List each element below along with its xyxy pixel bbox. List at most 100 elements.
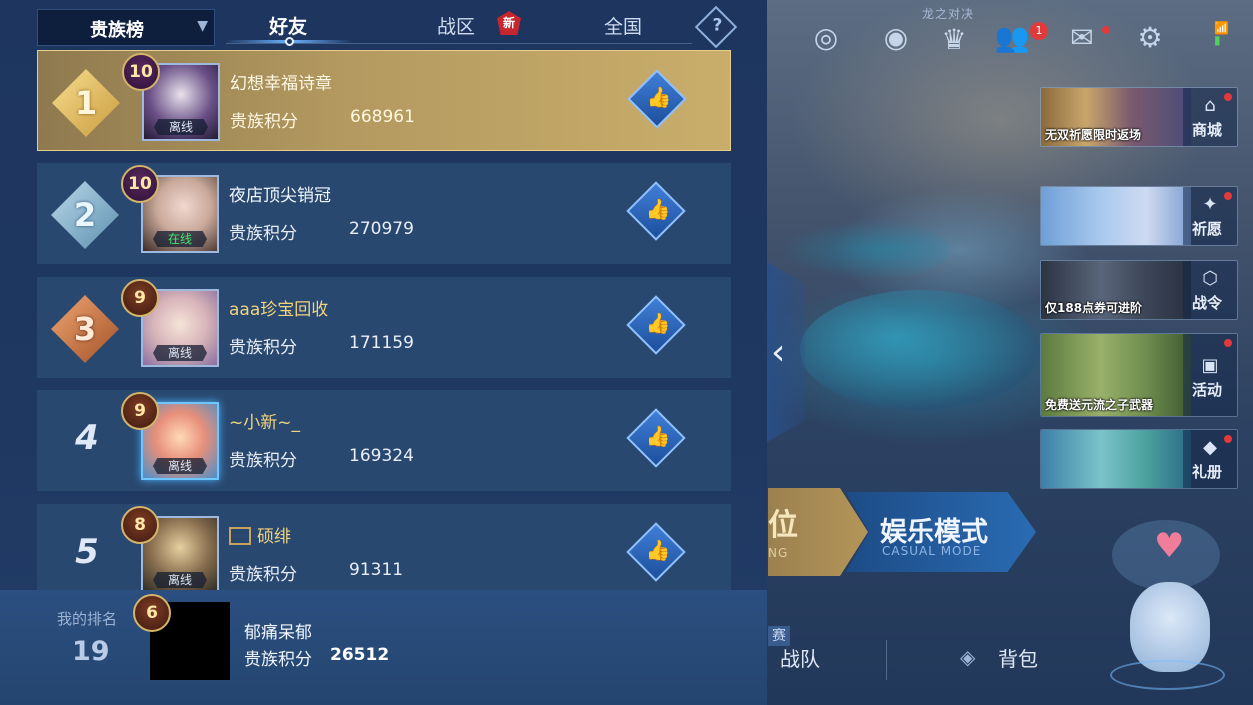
score-value: 169324 <box>349 446 414 466</box>
board-selector-label: 贵族榜 <box>90 20 144 41</box>
new-badge: 新 <box>497 11 521 35</box>
gift-icon: ◆ <box>1203 437 1217 458</box>
like-button[interactable]: 👍 <box>626 295 686 355</box>
promo-card-wish[interactable]: ✦ 祈愿 <box>1040 186 1238 246</box>
promo-subtitle: 仅188点券可进阶 <box>1045 301 1143 315</box>
rank-number: 5 <box>75 532 99 572</box>
promo-card-gift[interactable]: ◆ 礼册 <box>1040 429 1238 489</box>
player-name: 夜店顶尖销冠 <box>229 186 331 206</box>
wifi-battery-icon: 📶 ▮ <box>1214 21 1229 47</box>
score-label: 贵族积分 <box>230 112 298 132</box>
promo-red-dot <box>1224 192 1232 200</box>
noble-level-badge: 10 <box>122 53 160 91</box>
score-value: 91311 <box>349 560 404 580</box>
my-rank-bar: 我的排名 19 6 郁痛呆郁 贵族积分 26512 <box>0 590 767 705</box>
event-icon: ▣ <box>1201 355 1219 376</box>
my-score-label: 贵族积分 <box>244 650 312 670</box>
promo-red-dot <box>1224 339 1232 347</box>
thumbs-up-icon: 👍 <box>645 423 671 448</box>
casual-mode-button[interactable]: 娱乐模式 CASUAL MODE <box>846 492 1036 572</box>
player-name-row: 硕绯 <box>229 522 291 547</box>
leaderboard-row[interactable]: 4 离线 9 ~小新~_ 贵族积分 169324 👍 <box>37 390 731 491</box>
ranked-mode-title: 位 <box>768 508 798 543</box>
my-rank-label: 我的排名 <box>57 610 118 628</box>
my-rank-number: 19 <box>72 636 110 667</box>
collapse-panel-button[interactable]: ‹ <box>767 262 805 442</box>
heart-icon: ♥ <box>1154 526 1185 566</box>
help-button[interactable]: ? <box>694 5 738 49</box>
promo-label: 祈愿 <box>1191 220 1222 238</box>
my-score-value: 26512 <box>330 645 390 665</box>
my-player-name: 郁痛呆郁 <box>244 623 312 643</box>
mail-icon[interactable]: ✉ <box>1062 18 1102 58</box>
tab-national[interactable]: 全国 <box>604 12 642 39</box>
like-button[interactable]: 👍 <box>626 181 686 241</box>
promo-red-dot <box>1224 93 1232 101</box>
friends-icon[interactable]: 👥 <box>992 18 1032 58</box>
score-label: 贵族积分 <box>229 565 297 585</box>
noble-level-badge: 9 <box>121 279 159 317</box>
promo-label: 活动 <box>1191 381 1222 399</box>
pass-icon: ⬡ <box>1202 268 1218 289</box>
target-icon[interactable]: ◎ <box>806 18 846 58</box>
leaderboard-row[interactable]: 3 离线 9 aaa珍宝回收 贵族积分 171159 👍 <box>37 277 731 378</box>
bottom-nav-divider <box>886 640 887 680</box>
thumbs-up-icon: 👍 <box>646 84 672 109</box>
trophy-icon[interactable]: ♛ <box>934 20 974 60</box>
score-label: 贵族积分 <box>229 224 297 244</box>
board-selector-dropdown[interactable]: 贵族榜 ▼ <box>37 9 215 46</box>
tab-active-indicator <box>285 37 294 46</box>
score-label: 贵族积分 <box>229 451 297 471</box>
like-button[interactable]: 👍 <box>627 69 687 129</box>
player-name: ~小新~_ <box>229 413 300 433</box>
score-label: 贵族积分 <box>229 338 297 358</box>
leaderboard-list[interactable]: 1 离线 10 幻想幸福诗章 贵族积分 668961 👍 2 在线 10 夜店顶… <box>37 50 732 590</box>
promo-card-event[interactable]: ▣ 活动 免费送元流之子武器 <box>1040 333 1238 417</box>
score-value: 171159 <box>349 333 414 353</box>
rank-bronze-badge: 3 <box>51 295 119 363</box>
promo-card-pass[interactable]: ⬡ 战令 仅188点券可进阶 <box>1040 260 1238 320</box>
leaderboard-row[interactable]: 2 在线 10 夜店顶尖销冠 贵族积分 270979 👍 <box>37 163 731 264</box>
team-button[interactable]: 战队 <box>780 643 820 672</box>
thumbs-up-icon: 👍 <box>645 196 671 221</box>
status-badge: 离线 <box>154 119 208 135</box>
like-button[interactable]: 👍 <box>626 522 686 582</box>
leaderboard-row[interactable]: 1 离线 10 幻想幸福诗章 贵族积分 668961 👍 <box>37 50 731 151</box>
tab-war-zone[interactable]: 战区 <box>437 12 475 39</box>
promo-label: 商城 <box>1191 121 1222 139</box>
my-noble-level-badge: 6 <box>133 594 171 632</box>
rank-number: 4 <box>75 418 99 458</box>
settings-gear-icon[interactable]: ⚙ <box>1130 18 1170 58</box>
ranked-mode-subtitle: NG <box>768 546 789 560</box>
status-badge: 离线 <box>153 345 207 361</box>
casual-mode-subtitle: CASUAL MODE <box>882 544 982 558</box>
mascot-ring <box>1110 660 1225 690</box>
like-button[interactable]: 👍 <box>626 408 686 468</box>
backpack-button[interactable]: 背包 <box>998 643 1038 672</box>
eye-icon[interactable]: ◉ <box>876 18 916 58</box>
leaderboard-row[interactable]: 5 离线 8 硕绯 贵族积分 91311 👍 <box>37 504 731 590</box>
player-name: aaa珍宝回收 <box>229 300 329 320</box>
mascot-assistant[interactable]: ♥ <box>1110 520 1230 695</box>
promo-label: 礼册 <box>1191 463 1222 481</box>
promo-card-shop[interactable]: ⌂ 商城 无双祈愿限时返场 <box>1040 87 1238 147</box>
rank-silver-badge: 2 <box>51 181 119 249</box>
chevron-left-icon: ‹ <box>771 332 786 373</box>
score-value: 668961 <box>350 107 415 127</box>
thumbs-up-icon: 👍 <box>645 537 671 562</box>
noble-level-badge: 9 <box>121 392 159 430</box>
thumbs-up-icon: 👍 <box>645 310 671 335</box>
noble-level-badge: 8 <box>121 506 159 544</box>
scene-fish-art <box>780 220 950 280</box>
tab-friends[interactable]: 好友 <box>269 12 307 39</box>
shop-icon: ⌂ <box>1204 95 1216 116</box>
friends-notification-badge: 1 <box>1030 22 1048 40</box>
rank-gold-badge: 1 <box>52 69 120 137</box>
backpack-icon: ◈ <box>960 645 976 669</box>
status-badge: 在线 <box>153 231 207 247</box>
noble-frame-icon <box>229 527 251 545</box>
leaderboard-panel: 贵族榜 ▼ 好友 战区 新 全国 ? 1 离线 10 幻想幸福诗章 贵族积分 6… <box>0 0 767 705</box>
scene-whale-art <box>800 290 1040 410</box>
player-name: 幻想幸福诗章 <box>230 74 332 94</box>
status-badge: 离线 <box>153 572 207 588</box>
